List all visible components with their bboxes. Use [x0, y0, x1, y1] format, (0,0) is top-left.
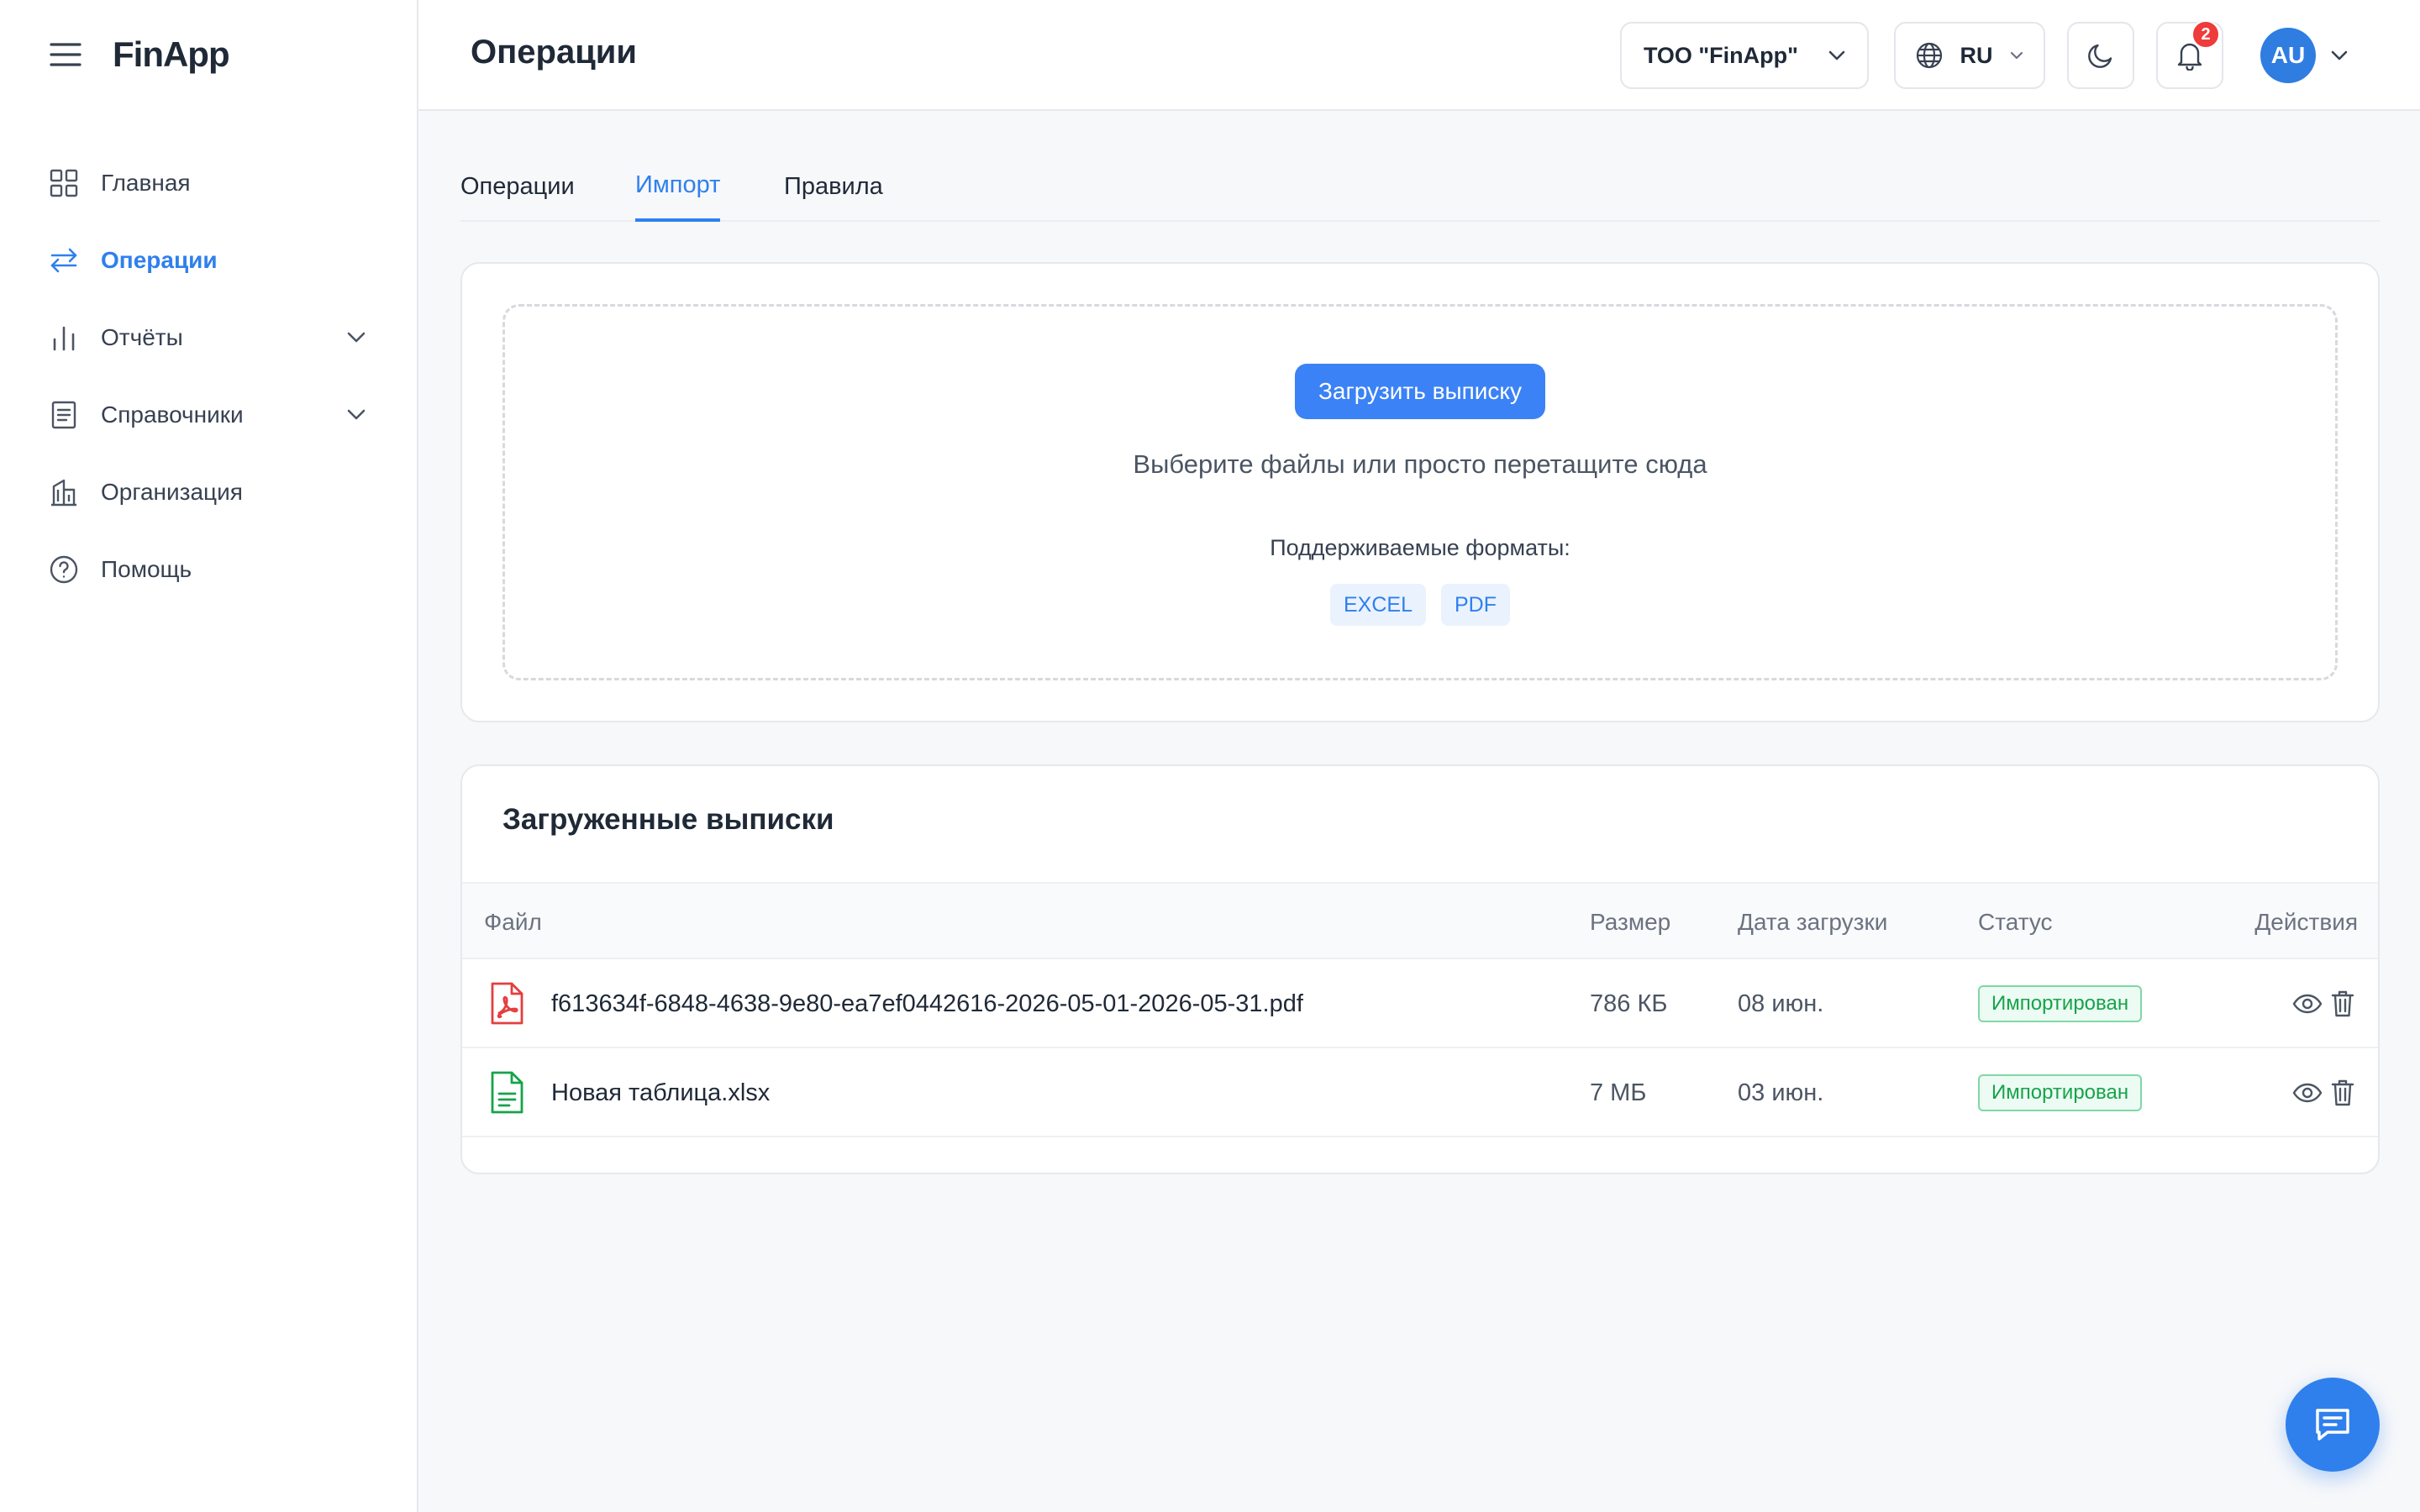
moon-icon [2086, 41, 2115, 70]
help-circle-icon [49, 554, 79, 585]
uploaded-statements-card: Загруженные выписки Файл Размер Дата заг… [460, 764, 2380, 1174]
file-size: 786 КБ [1590, 990, 1668, 1017]
dropzone-hint: Выберите файлы или просто перетащите сюд… [1133, 449, 1707, 479]
status-cell: Импортирован [1978, 1048, 2143, 1137]
organization-select[interactable]: ТОО "FinApp" [1620, 22, 1869, 89]
grid-icon [49, 168, 79, 198]
eye-icon[interactable] [2291, 987, 2324, 1021]
chevron-down-icon [1828, 50, 1845, 60]
sidebar-item-organization[interactable]: Организация [0, 454, 417, 531]
column-header-file[interactable]: Файл [484, 884, 542, 961]
language-select-value: RU [1960, 42, 1993, 68]
formats-label: Поддерживаемые форматы: [1270, 535, 1570, 560]
section-title: Загруженные выписки [502, 803, 834, 836]
statements-table: Файл Размер Дата загрузки Статус Действи… [462, 882, 2378, 1137]
column-header-status[interactable]: Статус [1978, 884, 2053, 961]
notifications-button[interactable]: 2 [2156, 20, 2223, 89]
sidebar-item-reports[interactable]: Отчёты [0, 299, 417, 376]
theme-toggle-button[interactable] [2067, 22, 2134, 89]
table-row[interactable]: f613634f-6848-4638-9e80-ea7ef0442616-202… [462, 959, 2378, 1048]
column-header-date[interactable]: Дата загрузки [1738, 884, 1887, 961]
trash-icon[interactable] [2326, 987, 2360, 1021]
status-cell: Импортирован [1978, 959, 2143, 1048]
page-title: Операции [471, 34, 637, 71]
notifications-badge: 2 [2191, 20, 2220, 49]
bar-chart-icon [49, 323, 79, 353]
menu-icon[interactable] [49, 38, 82, 71]
chevron-down-icon[interactable] [345, 403, 368, 427]
view-button[interactable] [2291, 1048, 2324, 1137]
format-badge-excel: EXCEL [1330, 584, 1426, 626]
sidebar-item-home[interactable]: Главная [0, 144, 417, 222]
column-header-actions: Действия [2254, 909, 2358, 935]
column-header-size[interactable]: Размер [1590, 884, 1670, 961]
sidebar-item-label: Справочники [101, 402, 244, 428]
tabs: Операции Импорт Правила [460, 151, 2380, 222]
pdf-file-icon [487, 959, 526, 1048]
sidebar-item-help[interactable]: Помощь [0, 531, 417, 608]
app-logo: FinApp [113, 34, 230, 74]
format-badge-pdf: PDF [1440, 584, 1510, 626]
delete-button[interactable] [2326, 1048, 2360, 1137]
sidebar-item-label: Организация [101, 479, 243, 505]
chevron-down-icon[interactable] [345, 326, 368, 349]
file-name[interactable]: f613634f-6848-4638-9e80-ea7ef0442616-202… [551, 959, 1303, 1048]
formats-list: EXCEL PDF [505, 584, 2335, 626]
sidebar-item-directories[interactable]: Справочники [0, 376, 417, 454]
sidebar-nav: Главная Операции Отчёты Справочники Орга… [0, 144, 417, 608]
arrows-icon [49, 245, 79, 276]
status-badge: Импортирован [1978, 985, 2143, 1022]
avatar: AU [2260, 28, 2316, 83]
organization-select-value: ТОО "FinApp" [1644, 42, 1798, 68]
upload-date: 08 июн. [1738, 990, 1824, 1017]
upload-statement-button[interactable]: Загрузить выписку [1295, 364, 1545, 419]
file-dropzone[interactable]: Загрузить выписку Выберите файлы или про… [502, 304, 2338, 680]
globe-icon [1916, 42, 1943, 69]
chat-icon [2312, 1405, 2353, 1444]
sidebar-item-label: Главная [101, 170, 191, 196]
chevron-down-icon [2331, 50, 2348, 60]
sidebar-item-label: Операции [101, 247, 218, 273]
sidebar: FinApp Главная Операции Отчёты Справочни… [0, 0, 418, 1512]
file-size: 7 МБ [1590, 1079, 1647, 1106]
building-icon [49, 477, 79, 507]
upload-date: 03 июн. [1738, 1079, 1824, 1106]
tab-operations[interactable]: Операции [460, 151, 575, 222]
tab-rules[interactable]: Правила [784, 151, 883, 222]
sidebar-item-label: Помощь [101, 556, 192, 582]
chat-button[interactable] [2286, 1378, 2380, 1472]
table-header: Файл Размер Дата загрузки Статус Действи… [462, 882, 2378, 959]
sidebar-item-operations[interactable]: Операции [0, 222, 417, 299]
user-menu[interactable]: AU [2260, 28, 2348, 83]
sidebar-item-label: Отчёты [101, 324, 183, 350]
language-select[interactable]: RU [1894, 22, 2045, 89]
view-button[interactable] [2291, 959, 2324, 1048]
top-header: Операции ТОО "FinApp" RU 2 AU [418, 0, 2420, 111]
spreadsheet-file-icon [487, 1048, 526, 1137]
upload-card: Загрузить выписку Выберите файлы или про… [460, 262, 2380, 722]
eye-icon[interactable] [2291, 1076, 2324, 1110]
chevron-down-icon [2010, 51, 2023, 60]
table-row[interactable]: Новая таблица.xlsx 7 МБ 03 июн. Импортир… [462, 1048, 2378, 1137]
tab-import[interactable]: Импорт [635, 151, 721, 222]
brand: FinApp [49, 34, 230, 76]
status-badge: Импортирован [1978, 1074, 2143, 1111]
book-icon [49, 400, 79, 430]
file-name[interactable]: Новая таблица.xlsx [551, 1048, 770, 1137]
trash-icon[interactable] [2326, 1076, 2360, 1110]
delete-button[interactable] [2326, 959, 2360, 1048]
